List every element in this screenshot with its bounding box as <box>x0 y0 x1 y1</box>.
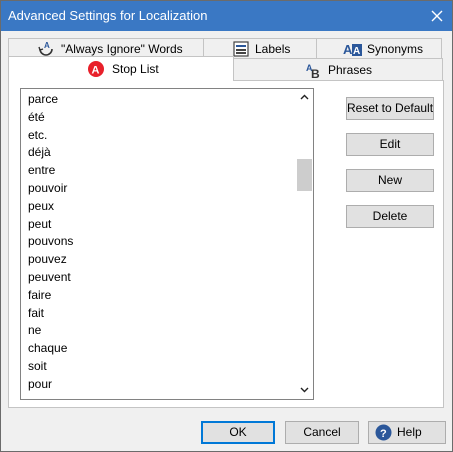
window-title: Advanced Settings for Localization <box>8 8 208 23</box>
new-button[interactable]: New <box>346 169 434 192</box>
tab-always-ignore-label: "Always Ignore" Words <box>61 42 183 56</box>
list-item[interactable]: pouvez <box>28 251 295 269</box>
tab-phrases[interactable]: A B Phrases <box>233 58 443 80</box>
list-item[interactable]: peuvent <box>28 269 295 287</box>
dialog-window: Advanced Settings for Localization A "Al… <box>0 0 453 452</box>
tab-synonyms-label: Synonyms <box>367 42 424 56</box>
tab-stop-list-label: Stop List <box>112 62 159 76</box>
stop-list-icon: A <box>88 61 104 77</box>
tab-stop-list[interactable]: A Stop List <box>8 56 234 81</box>
help-button[interactable]: ? Help <box>368 421 446 444</box>
svg-text:?: ? <box>380 428 387 440</box>
svg-text:A: A <box>44 41 50 50</box>
help-button-label: Help <box>397 425 422 439</box>
list-item[interactable]: déjà <box>28 144 295 162</box>
help-icon: ? <box>375 424 392 441</box>
list-item[interactable]: pouvoir <box>28 180 295 198</box>
list-item[interactable]: pouvons <box>28 233 295 251</box>
title-bar: Advanced Settings for Localization <box>1 1 452 31</box>
list-item[interactable]: parce <box>28 91 295 109</box>
list-item[interactable]: peut <box>28 216 295 234</box>
edit-button[interactable]: Edit <box>346 133 434 156</box>
svg-text:B: B <box>311 67 320 79</box>
list-item[interactable]: ne <box>28 322 295 340</box>
tab-phrases-label: Phrases <box>328 63 373 77</box>
scrollbar-thumb[interactable] <box>297 159 312 191</box>
list-item[interactable]: chaque <box>28 340 295 358</box>
vertical-scrollbar[interactable] <box>296 89 313 399</box>
list-item[interactable]: pour <box>28 376 295 394</box>
phrases-icon: A B <box>306 63 320 79</box>
list-item[interactable]: fait <box>28 305 295 323</box>
list-item[interactable]: été <box>28 109 295 127</box>
stop-list-items: parce été etc. déjà entre pouvoir peux p… <box>28 91 295 394</box>
chevron-up-icon <box>300 94 309 100</box>
list-item[interactable]: faire <box>28 287 295 305</box>
scroll-down-button[interactable] <box>296 382 313 399</box>
close-button[interactable] <box>422 1 452 31</box>
chevron-down-icon <box>300 387 309 393</box>
stop-list-box[interactable]: parce été etc. déjà entre pouvoir peux p… <box>20 88 314 400</box>
list-item[interactable]: entre <box>28 162 295 180</box>
list-item[interactable]: etc. <box>28 127 295 145</box>
svg-text:A: A <box>92 65 100 77</box>
svg-text:A: A <box>353 46 360 57</box>
tab-labels-label: Labels <box>255 42 291 56</box>
close-icon <box>431 10 443 22</box>
list-item[interactable]: peux <box>28 198 295 216</box>
delete-button[interactable]: Delete <box>346 205 434 228</box>
scroll-up-button[interactable] <box>296 89 313 106</box>
cancel-button[interactable]: Cancel <box>285 421 359 444</box>
ok-button[interactable]: OK <box>201 421 275 444</box>
labels-icon <box>233 41 249 57</box>
reset-to-default-button[interactable]: Reset to Default <box>346 97 434 120</box>
tab-synonyms[interactable]: A A Synonyms <box>316 38 442 59</box>
svg-text:A: A <box>343 42 353 57</box>
list-item[interactable]: soit <box>28 358 295 376</box>
synonyms-icon: A A <box>343 42 362 57</box>
